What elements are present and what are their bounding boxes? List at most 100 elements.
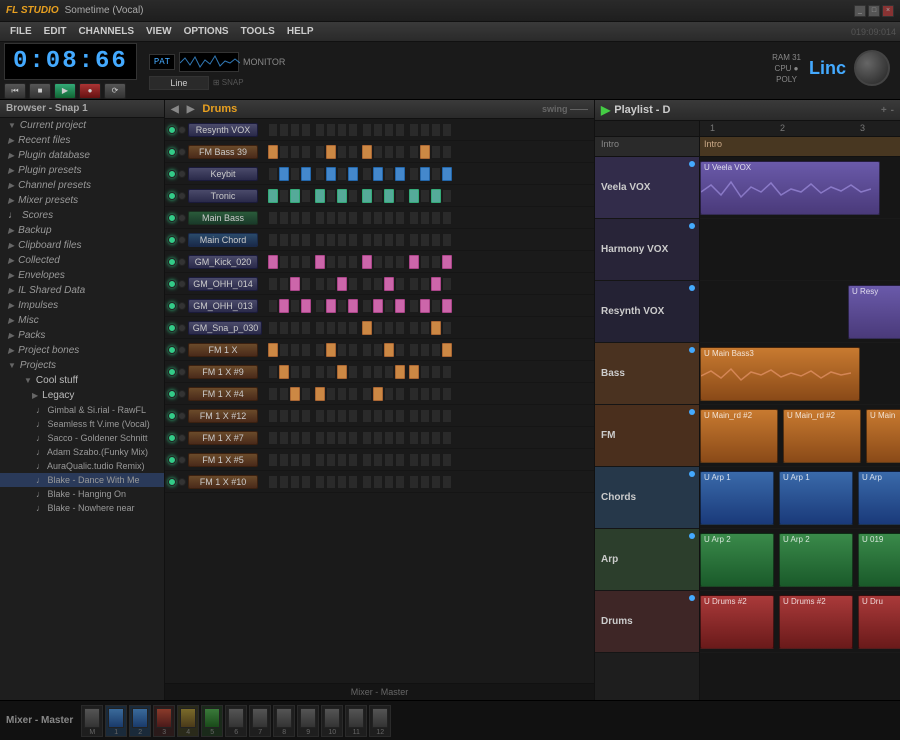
browser-item-project-bones[interactable]: ▶ Project bones <box>0 343 164 358</box>
browser-file-gimbal[interactable]: ♩ Gimbal & Si.rial - RawFL <box>0 403 164 417</box>
mixer-fader[interactable] <box>348 708 364 728</box>
rewind-button[interactable]: ⏮ <box>4 83 26 99</box>
pad[interactable] <box>290 299 300 313</box>
pad[interactable] <box>395 233 405 247</box>
pad[interactable] <box>290 189 300 203</box>
channel-name-btn-fm1x7[interactable]: FM 1 X #7 <box>188 431 258 445</box>
pad[interactable] <box>442 475 452 489</box>
pad[interactable] <box>442 431 452 445</box>
pad[interactable] <box>337 211 347 225</box>
pad[interactable] <box>362 211 372 225</box>
clip-main-rd-2[interactable]: U Main_rd #2 <box>783 409 861 463</box>
pad[interactable] <box>301 321 311 335</box>
pad[interactable] <box>395 299 405 313</box>
channel-solo-led[interactable] <box>178 236 186 244</box>
pad[interactable] <box>315 321 325 335</box>
pad[interactable] <box>442 453 452 467</box>
pad[interactable] <box>315 431 325 445</box>
channel-active-led[interactable] <box>168 192 176 200</box>
pad[interactable] <box>409 321 419 335</box>
nav-right-icon[interactable]: ▶ <box>187 104 195 115</box>
pad[interactable] <box>326 167 336 181</box>
pad[interactable] <box>442 299 452 313</box>
pad[interactable] <box>420 277 430 291</box>
clip-resynth-vox[interactable]: U Resy <box>848 285 900 339</box>
browser-file-blake-nowhere[interactable]: ♩ Blake - Nowhere near <box>0 501 164 515</box>
clip-arp1-3[interactable]: U Arp <box>858 471 900 525</box>
maximize-button[interactable]: □ <box>868 5 880 17</box>
pad[interactable] <box>420 255 430 269</box>
pad[interactable] <box>348 343 358 357</box>
menu-help[interactable]: HELP <box>281 24 320 39</box>
pad[interactable] <box>431 299 441 313</box>
play-button[interactable]: ▶ <box>54 83 76 99</box>
pad[interactable] <box>290 233 300 247</box>
loop-button[interactable]: ⟳ <box>104 83 126 99</box>
browser-file-sacco[interactable]: ♩ Sacco - Goldener Schnitt <box>0 431 164 445</box>
clip-arp1-2[interactable]: U Arp 1 <box>779 471 853 525</box>
pad[interactable] <box>315 365 325 379</box>
pad[interactable] <box>442 321 452 335</box>
pad[interactable] <box>384 255 394 269</box>
pad[interactable] <box>268 233 278 247</box>
pad[interactable] <box>279 145 289 159</box>
pad[interactable] <box>301 387 311 401</box>
browser-item-channel-presets[interactable]: ▶ Channel presets <box>0 178 164 193</box>
pad[interactable] <box>442 255 452 269</box>
channel-name-btn-gm-kick[interactable]: GM_Kick_020 <box>188 255 258 269</box>
mixer-fader[interactable] <box>324 708 340 728</box>
pad[interactable] <box>395 343 405 357</box>
browser-item-collected[interactable]: ▶ Collected <box>0 253 164 268</box>
pad[interactable] <box>409 145 419 159</box>
minimize-button[interactable]: _ <box>854 5 866 17</box>
browser-file-seamless[interactable]: ♩ Seamless ft V.ime (Vocal) <box>0 417 164 431</box>
pad[interactable] <box>279 189 289 203</box>
pad[interactable] <box>362 233 372 247</box>
channel-solo-led[interactable] <box>178 434 186 442</box>
pad[interactable] <box>337 255 347 269</box>
pad[interactable] <box>348 255 358 269</box>
pad[interactable] <box>384 387 394 401</box>
pad[interactable] <box>268 299 278 313</box>
pad[interactable] <box>362 145 372 159</box>
pad[interactable] <box>384 233 394 247</box>
pad[interactable] <box>442 387 452 401</box>
pad[interactable] <box>268 387 278 401</box>
pad[interactable] <box>268 343 278 357</box>
channel-solo-led[interactable] <box>178 126 186 134</box>
pad[interactable] <box>362 387 372 401</box>
pad[interactable] <box>409 387 419 401</box>
pad[interactable] <box>420 145 430 159</box>
pad[interactable] <box>301 365 311 379</box>
pad[interactable] <box>395 453 405 467</box>
channel-active-led[interactable] <box>168 368 176 376</box>
channel-name-btn-fm1x9[interactable]: FM 1 X #9 <box>188 365 258 379</box>
mixer-channel-6[interactable]: 6 <box>225 705 247 737</box>
menu-options[interactable]: OPTIONS <box>178 24 235 39</box>
channel-solo-led[interactable] <box>178 324 186 332</box>
pad[interactable] <box>326 211 336 225</box>
channel-active-led[interactable] <box>168 170 176 178</box>
mixer-fader[interactable] <box>228 708 244 728</box>
pad[interactable] <box>431 145 441 159</box>
pad[interactable] <box>384 343 394 357</box>
pad[interactable] <box>384 475 394 489</box>
browser-item-misc[interactable]: ▶ Misc <box>0 313 164 328</box>
pad[interactable] <box>420 321 430 335</box>
channel-name-btn-fm1x5[interactable]: FM 1 X #5 <box>188 453 258 467</box>
pad[interactable] <box>442 145 452 159</box>
pad[interactable] <box>279 431 289 445</box>
channel-solo-led[interactable] <box>178 478 186 486</box>
pad[interactable] <box>279 167 289 181</box>
pad[interactable] <box>301 475 311 489</box>
browser-item-packs[interactable]: ▶ Packs <box>0 328 164 343</box>
pad[interactable] <box>362 299 372 313</box>
pad[interactable] <box>315 145 325 159</box>
pad[interactable] <box>373 255 383 269</box>
pad[interactable] <box>395 365 405 379</box>
mixer-fader[interactable] <box>372 708 388 728</box>
pad[interactable] <box>395 167 405 181</box>
pad[interactable] <box>290 431 300 445</box>
pad[interactable] <box>348 365 358 379</box>
pad[interactable] <box>373 409 383 423</box>
